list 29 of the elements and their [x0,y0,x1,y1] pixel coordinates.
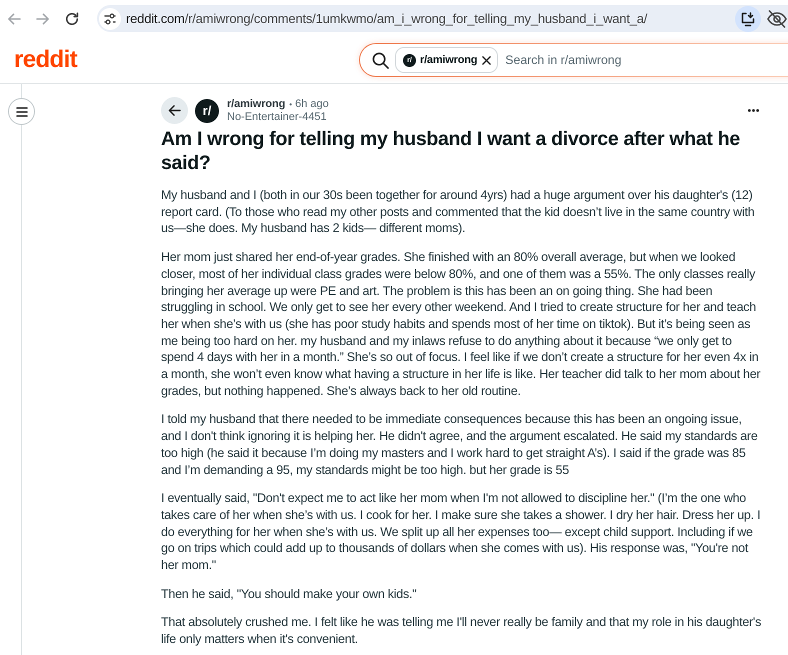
forward-arrow-icon [36,12,50,24]
address-bar[interactable]: reddit.com/r/amiwrong/comments/1umkwmo/am_i_wrong_for_telling_my_husband_i_want_a/ [97,5,788,32]
subreddit-link[interactable]: r/amiwrong [227,98,286,110]
monitor-download-icon[interactable] [735,6,761,32]
remove-filter-button[interactable] [481,54,492,66]
meta-separator: • [289,98,292,110]
post-paragraph: That absolutely crushed me. I felt like he was telling me I'll never really be family and that my role in his daughter's life only matters when it's convenient. [161,614,762,648]
ellipsis-icon [748,109,758,112]
author-link[interactable]: No-Entertainer-4451 [227,110,329,124]
post-time: 6h ago [295,98,329,110]
sidebar-toggle-button[interactable] [8,98,35,125]
back-button[interactable] [161,97,188,124]
search-icon [372,52,389,68]
reload-icon [65,12,79,26]
post-paragraph: I eventually said, "Don't expect me to act like her mom when I'm not allowed to discipline her." (I’m the one who takes care of her when she’s with us. I cook for her. I make sure she takes a shower. I dry her hair. Dress her up. I do everything for her when she’s with us. We split up all her expenses too— except child support. Including if we go on trips which could add up to thousands of dollars when she comes with us). His response was, "You're not her mom." [161,490,762,574]
back-arrow-icon [7,12,21,24]
search-input[interactable]: Search in r/amiwrong [505,50,788,70]
close-icon [482,56,492,64]
post-paragraph: My husband and I (both in our 30s been together for around 4yrs) had a huge argument over his daughter's (12) report card. (To those who read my other posts and commented that the kid doesn’t live in the same country with us—she does. My husband has 2 kids— different moms). [161,187,756,238]
eye-slash-icon[interactable] [767,10,787,28]
sliders-icon[interactable] [99,8,121,30]
url-text[interactable]: reddit.com/r/amiwrong/comments/1umkwmo/am_i_wrong_for_telling_my_husband_i_want_a/ [126,8,648,28]
menu-icon [16,106,28,116]
post-paragraph: I told my husband that there needed to be immediate consequences because this has been an ongoing issue, and I don't think ignoring it is helping her. He didn't agree, and the argument escalated. He said my standards are too high (he said it because I’m doing my masters and I work hard to get straight A’s). I said if the grade was 85 and I’m demanding a 95, my standards might be too high. but her grade is 55 [161,411,759,478]
back-arrow-icon [168,105,181,116]
post-title: Am I wrong for telling my husband I want a divorce after what he said? [161,128,741,175]
post-paragraph: Then he said, "You should make your own kids." [161,586,418,602]
community-avatar[interactable]: r/ [195,98,219,122]
post-paragraph: Her mom just shared her end-of-year grades. She finished with an 80% overall average, but when we looked closer, most of her individual class grades were below 80%, and one of them was a 55%. The only classes really bringing her average up were PE and art. The problem is this has been an on going thing. She had been struggling in school. We only get to see her every other weekend. And I tried to create structure for her and teach her when she’s with us (she has poor study habits and spends most of her time on tiktok). But it’s being seen as me being too hard on her. my husband and my inlaws refuse to do anything about it because “we only get to spend 4 days with her in a month.” She’s so out of focus. I feel like if we don’t create a structure for her even 4x in a month, she won’t even know what having a structure in her life is like. Her teacher did talk to her mom about her grades, but nothing happened. She’s always back to her old routine. [161,249,762,400]
